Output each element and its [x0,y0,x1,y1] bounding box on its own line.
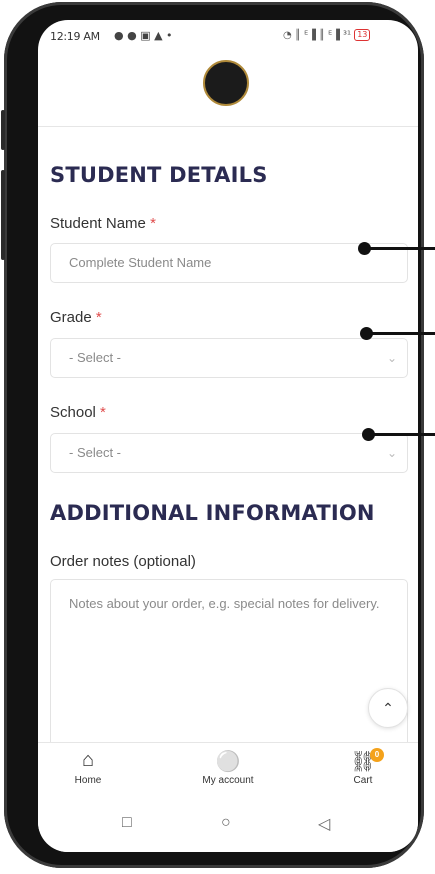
scroll-to-top-button[interactable]: ⌃ [368,688,408,728]
student-name-label: Student Name * [50,215,156,232]
cart-icon: ⛓ [350,751,376,773]
nav-cart[interactable]: ⛓ 0 Cart [318,748,408,786]
screen: 12:19 AM ● ● ▣ ▲ • ◔ ║ ᴱ▐ ║ ᴱ▐ ³¹ 13 STU… [38,20,418,852]
grade-label: Grade * [50,309,102,326]
required-mark: * [100,404,106,421]
home-icon: ⌂ [81,749,95,771]
required-mark: * [150,215,156,232]
chevron-down-icon: ⌄ [386,351,397,365]
notification-icons: ● ● ▣ ▲ • [114,29,173,42]
back-triangle-icon[interactable]: ◁ [318,814,330,834]
pointer-dot [360,327,373,340]
school-select[interactable]: - Select - ⌄ [50,433,408,473]
site-header [38,52,418,127]
chevron-up-icon: ⌃ [382,699,394,716]
battery-icon: 13 [354,29,371,41]
school-label: School * [50,404,106,421]
nav-home-label: Home [74,775,102,786]
chevron-down-icon: ⌄ [386,446,397,460]
phone-volume-button [1,170,5,260]
phone-side-button [1,110,5,150]
student-details-heading: STUDENT DETAILS [50,163,268,187]
student-name-input[interactable]: Complete Student Name [50,243,408,283]
status-time: 12:19 AM [50,30,100,43]
nav-cart-label: Cart [353,775,373,786]
recent-apps-icon[interactable]: □ [122,814,132,832]
home-circle-icon[interactable]: ○ [221,814,231,832]
school-select-value: - Select - [69,445,122,460]
bottom-navigation: ⌂ Home ⚪ My account ⛓ 0 Cart [38,742,418,801]
checkout-form: STUDENT DETAILS Student Name * Complete … [38,127,418,779]
required-mark: * [95,309,102,326]
nav-my-account[interactable]: ⚪ My account [183,749,273,786]
pointer-dot [362,428,375,441]
status-bar: 12:19 AM ● ● ▣ ▲ • ◔ ║ ᴱ▐ ║ ᴱ▐ ³¹ 13 [38,20,418,52]
nav-account-label: My account [202,775,254,786]
annotation-pointer [358,242,435,255]
pointer-dot [358,242,371,255]
order-notes-label: Order notes (optional) [50,553,196,570]
logo[interactable] [203,60,249,106]
user-icon: ⚪ [215,751,241,773]
grade-select[interactable]: - Select - ⌄ [50,338,408,378]
signal-icons: ◔ ║ ᴱ▐ ║ ᴱ▐ ³¹ 13 [283,29,371,41]
cart-count-badge: 0 [370,748,384,762]
nav-home[interactable]: ⌂ Home [43,749,133,786]
annotation-pointer [362,428,435,441]
additional-info-heading: ADDITIONAL INFORMATION [50,501,375,525]
system-navigation-bar: □ ○ ◁ [38,800,418,852]
wifi-signal-icon: ◔ ║ ᴱ▐ ║ ᴱ▐ ³¹ [283,30,352,41]
grade-select-value: - Select - [69,350,122,365]
annotation-pointer [360,327,435,340]
